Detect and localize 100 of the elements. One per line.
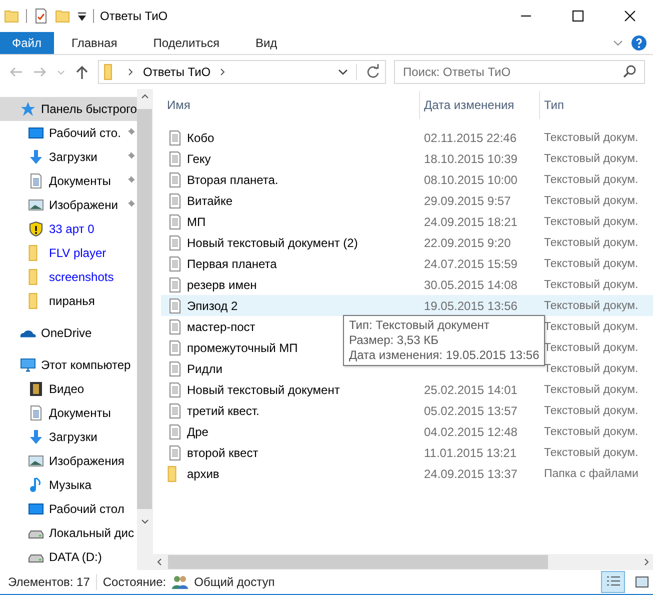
scroll-thumb[interactable] [168, 555, 548, 569]
nav-label: screenshots [49, 270, 114, 284]
nav-label: Рабочий сто. [49, 126, 121, 140]
file-name[interactable]: Витайке [187, 194, 233, 208]
tooltip-line: Дата изменения: 19.05.2015 13:56 [349, 348, 540, 363]
text-file-icon [167, 382, 183, 398]
dropdown-icon[interactable] [77, 11, 87, 21]
scroll-right-icon[interactable] [642, 558, 650, 566]
date-cell-text: 19.05.2015 13:56 [423, 298, 518, 312]
text-file-icon [167, 340, 183, 356]
nav-item[interactable]: Документы [0, 401, 137, 425]
item-count: Элементов: 17 [8, 575, 90, 589]
nav-label: DATA (D:) [49, 550, 102, 564]
nav-item[interactable]: Рабочий сто. [0, 121, 137, 145]
details-view-icon[interactable] [601, 571, 625, 593]
nav-label: Документы [49, 174, 111, 188]
nav-label: Видео [49, 382, 84, 396]
file-name[interactable]: Первая планета [187, 256, 277, 270]
nav-item[interactable]: Панель быстрого [0, 97, 137, 121]
type-cell-text: Текстовый докум. [543, 258, 640, 270]
nav-item[interactable]: Рабочий стол [0, 497, 137, 521]
chevron-right-icon[interactable] [218, 68, 227, 76]
date-cell-text: 08.10.2015 10:00 [423, 172, 518, 186]
image-icon [28, 453, 44, 469]
nav-item[interactable]: Загрузки [0, 145, 137, 169]
file-name[interactable]: Кобо [187, 130, 214, 144]
horizontal-scrollbar[interactable] [153, 554, 653, 570]
address-bar[interactable]: Ответы ТиО [98, 60, 386, 84]
text-file-icon [167, 130, 183, 146]
nav-item[interactable]: OneDrive [0, 321, 137, 345]
nav-item[interactable]: screenshots [0, 265, 137, 289]
type-cell-text: Текстовый докум. [543, 404, 640, 416]
column-header[interactable]: Тип [539, 91, 653, 119]
nav-item[interactable]: Музыка [0, 473, 137, 497]
file-name[interactable]: Вторая планета. [187, 172, 278, 186]
nav-item[interactable]: Изображения [0, 449, 137, 473]
column-header[interactable]: Дата изменения [419, 91, 539, 119]
file-name[interactable]: второй квест [187, 446, 258, 460]
scroll-left-icon[interactable] [156, 558, 164, 566]
file-name[interactable]: мастер-пост [187, 320, 256, 334]
file-name[interactable]: Геку [187, 152, 211, 166]
scroll-thumb[interactable] [137, 109, 152, 509]
type-cell-text: Текстовый докум. [543, 216, 640, 228]
file-name[interactable]: промежуточный МП [187, 340, 298, 354]
nav-label: Изображения [49, 454, 124, 468]
search-field[interactable]: Поиск: Ответы ТиО [394, 60, 645, 84]
nav-label: OneDrive [41, 326, 92, 340]
tooltip-line: Размер: 3,53 КБ [349, 333, 440, 348]
type-cell-text: Текстовый докум. [543, 362, 640, 374]
nav-label: Документы [49, 406, 111, 420]
text-file-icon [167, 192, 183, 208]
column-header[interactable]: Имя [161, 98, 419, 112]
file-name[interactable]: Новый текстовый документ [187, 382, 340, 396]
file-name[interactable]: Дре [187, 424, 208, 438]
file-name[interactable]: архив [187, 466, 220, 480]
file-name[interactable]: Эпизод 2 [187, 298, 238, 312]
refresh-icon[interactable] [365, 64, 381, 80]
nav-item[interactable]: Видео [0, 377, 137, 401]
nav-label: Панель быстрого [41, 102, 137, 116]
scrollbar[interactable] [137, 89, 152, 570]
nav-item[interactable]: пиранья [0, 289, 137, 313]
scroll-up-icon[interactable] [140, 93, 148, 101]
nav-label: Локальный дис [49, 526, 134, 540]
file-name[interactable]: Новый текстовый документ (2) [187, 236, 358, 250]
date-cell-text: 24.09.2015 13:37 [423, 466, 518, 480]
text-file-icon [167, 276, 183, 292]
folder-icon [28, 245, 38, 261]
folder-icon [4, 8, 20, 24]
help-icon[interactable] [631, 35, 647, 51]
type-cell-text: Текстовый докум. [543, 174, 640, 186]
file-row-highlight[interactable]: Эпизод 2 19.05.2015 13:56 Текстовый докум. [161, 295, 653, 316]
text-file-icon [167, 360, 183, 376]
nav-item[interactable]: FLV player [0, 241, 137, 265]
dropdown-icon[interactable] [338, 67, 348, 77]
nav-item[interactable]: DATA (D:) [0, 545, 137, 569]
nav-item[interactable]: Документы [0, 169, 137, 193]
type-cell-text: Текстовый докум. [543, 278, 640, 290]
file-name[interactable]: Ридли [187, 362, 222, 376]
properties-icon[interactable] [33, 8, 49, 24]
cloud-icon [20, 328, 36, 338]
nav-item[interactable]: Локальный дис [0, 521, 137, 545]
ribbon-tab[interactable]: Файл [0, 32, 54, 54]
file-name[interactable]: третий квест. [187, 404, 260, 418]
nav-item[interactable]: Загрузки [0, 425, 137, 449]
nav-item[interactable]: 33 арт 0 [0, 217, 137, 241]
file-name[interactable]: МП [187, 214, 206, 228]
nav-item[interactable]: Этот компьютер [0, 353, 137, 377]
nav-label: FLV player [49, 246, 106, 260]
download-icon [28, 149, 44, 165]
status-label: Состояние: [102, 575, 166, 589]
file-name[interactable]: резерв имен [187, 278, 257, 292]
scroll-down-icon[interactable] [140, 517, 148, 525]
date-cell-text: 05.02.2015 13:57 [423, 404, 518, 418]
nav-item[interactable]: Изображени [0, 193, 137, 217]
text-file-icon [167, 234, 183, 250]
nav-label: Загрузки [49, 430, 98, 444]
chevron-icon[interactable] [613, 38, 623, 48]
shield-icon [28, 221, 44, 237]
up-icon[interactable] [74, 64, 90, 80]
breadcrumb[interactable]: Ответы ТиО [143, 65, 211, 79]
